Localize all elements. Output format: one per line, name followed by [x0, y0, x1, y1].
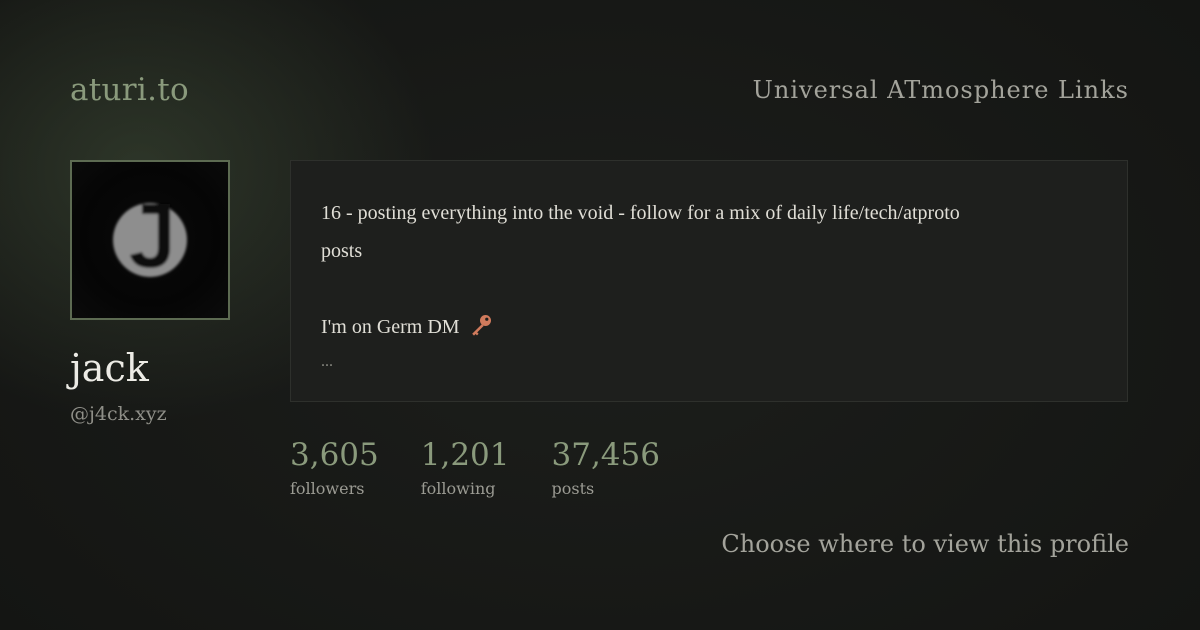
- brand-logo-text[interactable]: aturi.to: [70, 72, 189, 108]
- avatar: [70, 160, 230, 320]
- bio-line: 16 - posting everything into the void - …: [321, 202, 960, 224]
- stat-label: posts: [551, 479, 595, 498]
- bio-line-text: I'm on Germ DM: [321, 316, 460, 338]
- display-name: jack: [70, 346, 149, 390]
- bio-line: posts: [321, 240, 363, 262]
- choose-viewer-link[interactable]: Choose where to view this profile: [721, 530, 1129, 558]
- letter-j-avatar-icon: [113, 203, 187, 277]
- stat-following: 1,201 following: [421, 436, 510, 502]
- bio-card: 16 - posting everything into the void - …: [290, 160, 1128, 402]
- stat-value: 1,201: [420, 437, 510, 473]
- stat-value: 3,605: [290, 437, 379, 473]
- bio-line-germ: I'm on Germ DM: [321, 308, 1097, 350]
- site-tagline: Universal ATmosphere Links: [752, 76, 1129, 104]
- stat-label: following: [420, 479, 496, 498]
- stat-followers: 3,605 followers: [290, 436, 379, 502]
- profile-handle: @j4ck.xyz: [70, 403, 167, 425]
- key-icon: [469, 312, 493, 350]
- bio-truncation: ...: [321, 353, 333, 370]
- stat-posts: 37,456 posts: [552, 436, 660, 502]
- stat-value: 37,456: [551, 437, 660, 473]
- stat-label: followers: [290, 479, 365, 498]
- profile-stats: 3,605 followers 1,201 following 37,456 p…: [290, 436, 660, 502]
